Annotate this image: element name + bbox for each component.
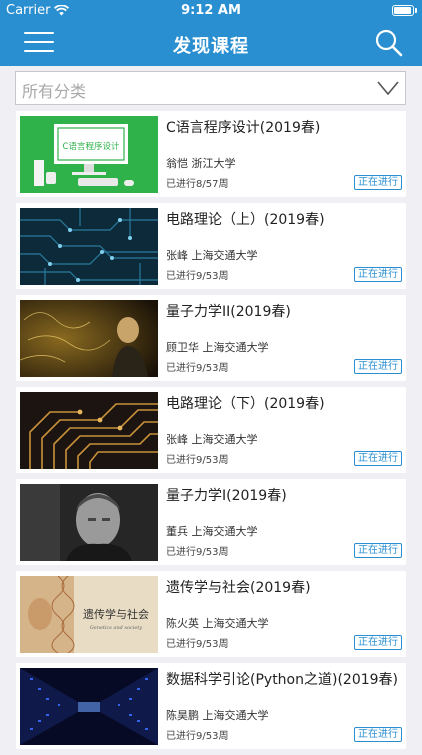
course-title: 遗传学与社会(2019春) — [166, 580, 311, 596]
course-thumbnail — [20, 484, 158, 561]
course-teacher: 董兵 上海交通大学 — [166, 525, 258, 538]
course-progress: 已进行9/53周 — [166, 731, 229, 742]
status-badge: 正在进行 — [354, 727, 402, 742]
course-progress: 已进行9/53周 — [166, 639, 229, 650]
search-icon — [375, 29, 403, 57]
course-thumbnail — [20, 392, 158, 469]
status-badge: 正在进行 — [354, 267, 402, 282]
course-teacher: 陈火英 上海交通大学 — [166, 617, 269, 630]
category-filter-label: 所有分类 — [22, 82, 87, 101]
status-bar: Carrier 9:12 AM — [0, 0, 422, 22]
category-filter[interactable]: 所有分类 — [15, 71, 406, 105]
course-thumbnail — [20, 208, 158, 285]
search-button[interactable] — [374, 28, 404, 58]
course-card[interactable]: 量子力学I(2019春) 董兵 上海交通大学 已进行9/53周 正在进行 — [16, 479, 406, 565]
course-card[interactable]: 量子力学II(2019春) 顾卫华 上海交通大学 已进行9/53周 正在进行 — [16, 295, 406, 381]
course-title: C语言程序设计(2019春) — [166, 120, 321, 136]
course-card[interactable]: 电路理论（下）(2019春) 张峰 上海交通大学 已进行9/53周 正在进行 — [16, 387, 406, 473]
course-title: 量子力学I(2019春) — [166, 488, 287, 504]
thumbnail-caption: 遗传学与社会 — [83, 607, 149, 621]
course-thumbnail: 遗传学与社会 Genetics and society — [20, 576, 158, 653]
course-title: 数据科学引论(Python之道)(2019春) — [166, 672, 399, 688]
course-card[interactable]: 数据科学引论(Python之道)(2019春) 陈昊鹏 上海交通大学 已进行9/… — [16, 663, 406, 749]
course-teacher: 张峰 上海交通大学 — [166, 249, 258, 262]
thumbnail-caption: C语言程序设计 — [63, 141, 120, 152]
top-bar: Carrier 9:12 AM 发现课程 — [0, 0, 422, 66]
clock: 9:12 AM — [181, 3, 241, 18]
course-progress: 已进行9/53周 — [166, 455, 229, 466]
status-badge: 正在进行 — [354, 543, 402, 558]
course-thumbnail — [20, 300, 158, 377]
status-badge: 正在进行 — [354, 359, 402, 374]
course-title: 量子力学II(2019春) — [166, 304, 291, 320]
chevron-down-icon — [377, 81, 399, 96]
course-thumbnail: C语言程序设计 — [20, 116, 158, 193]
course-teacher: 翁恺 浙江大学 — [166, 157, 236, 170]
course-progress: 已进行9/53周 — [166, 547, 229, 558]
course-teacher: 张峰 上海交通大学 — [166, 433, 258, 446]
course-card[interactable]: C语言程序设计 C语言程序设计(2019春) 翁恺 浙江大学 已进行8/57周 … — [16, 111, 406, 197]
navigation-bar: 发现课程 — [0, 22, 422, 66]
course-card[interactable]: 遗传学与社会 Genetics and society 遗传学与社会(2019春… — [16, 571, 406, 657]
course-teacher: 陈昊鹏 上海交通大学 — [166, 709, 269, 722]
course-list: C语言程序设计 C语言程序设计(2019春) 翁恺 浙江大学 已进行8/57周 … — [16, 111, 406, 755]
page-title: 发现课程 — [173, 36, 249, 57]
status-badge: 正在进行 — [354, 175, 402, 190]
course-progress: 已进行8/57周 — [166, 179, 229, 190]
course-card[interactable]: 电路理论（上）(2019春) 张峰 上海交通大学 已进行9/53周 正在进行 — [16, 203, 406, 289]
course-teacher: 顾卫华 上海交通大学 — [166, 341, 269, 354]
course-progress: 已进行9/53周 — [166, 363, 229, 374]
course-title: 电路理论（上）(2019春) — [166, 212, 325, 228]
course-title: 电路理论（下）(2019春) — [166, 396, 325, 412]
thumbnail-subcaption: Genetics and society — [90, 625, 143, 631]
status-badge: 正在进行 — [354, 635, 402, 650]
battery-icon — [392, 5, 417, 16]
status-badge: 正在进行 — [354, 451, 402, 466]
course-progress: 已进行9/53周 — [166, 271, 229, 282]
course-thumbnail — [20, 668, 158, 745]
